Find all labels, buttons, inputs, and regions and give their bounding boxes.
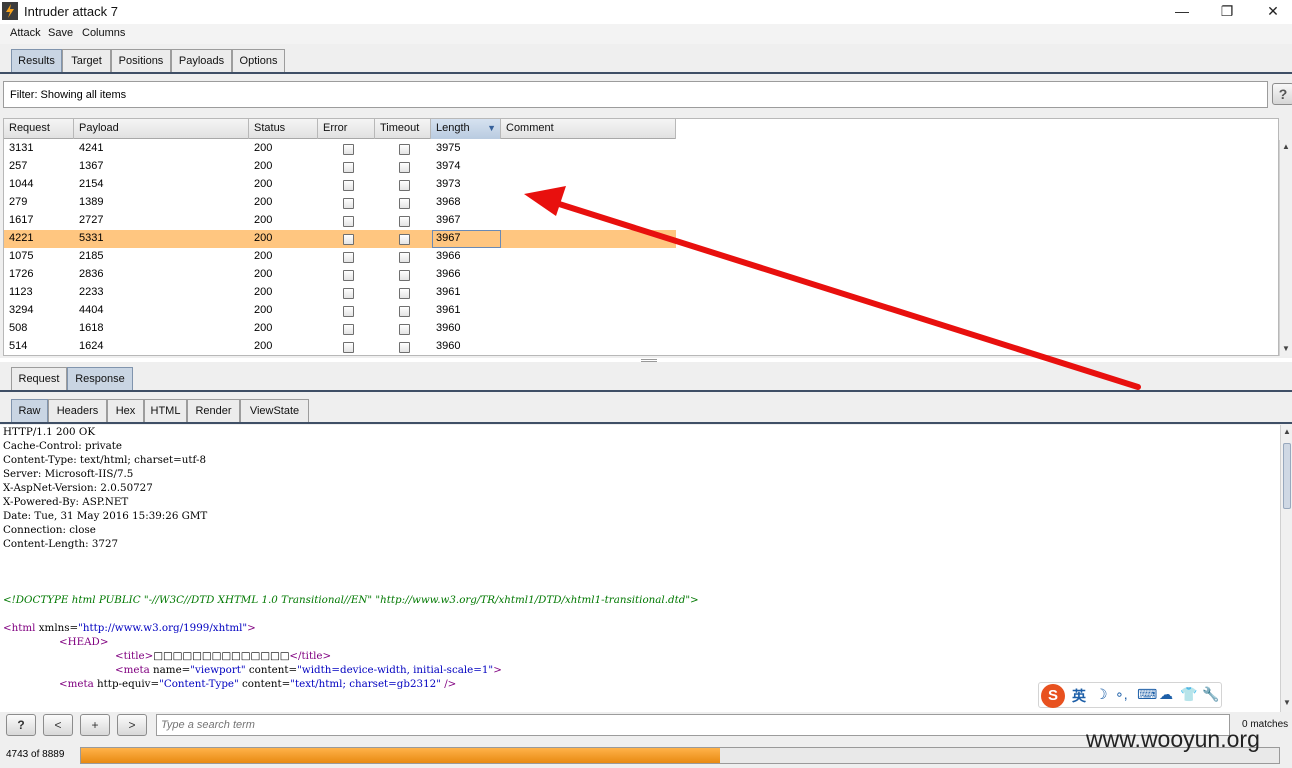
annotation-arrow-overlay — [524, 186, 1141, 390]
annotation-arrow-line — [553, 200, 1141, 390]
annotation-arrow-head — [524, 186, 566, 216]
